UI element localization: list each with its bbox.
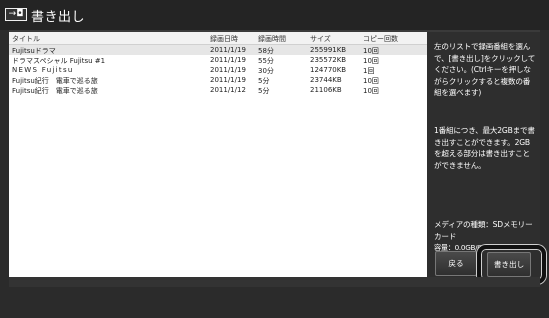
help-text-select: 左のリストで録画番組を選んで、[書き出し]をクリックしてください。(Ctrlキー… xyxy=(434,42,536,98)
cell-copy-count: 10回 xyxy=(363,87,379,95)
window-title: 書き出し xyxy=(31,10,86,25)
cell-size: 21106KB xyxy=(310,86,342,94)
cell-title: Fujitsu紀行 電車で巡る旅 xyxy=(12,87,98,95)
export-icon: →◘ xyxy=(5,8,27,21)
table-row[interactable]: Fujitsu紀行 電車で巡る旅 2011/1/12 5分 21106KB 10… xyxy=(9,85,427,95)
table-row[interactable]: ドラマスペシャル Fujitsu #1 2011/1/19 55分 235572… xyxy=(9,55,427,65)
program-list[interactable]: タイトル 録画日時 録画時間 サイズ コピー回数 Fujitsuドラマ 2011… xyxy=(9,32,427,277)
cell-duration: 5分 xyxy=(258,87,270,95)
cell-rec-date: 2011/1/19 xyxy=(210,76,246,84)
cell-title: NEWS Fujitsu xyxy=(12,66,74,74)
cell-size: 23744KB xyxy=(310,76,342,84)
column-header-copy-count[interactable]: コピー回数 xyxy=(363,34,398,44)
table-row[interactable]: NEWS Fujitsu 2011/1/19 30分 124770KB 1回 xyxy=(9,65,427,75)
column-header-rec-date[interactable]: 録画日時 xyxy=(210,34,238,44)
column-header-rec-duration[interactable]: 録画時間 xyxy=(258,34,286,44)
info-sidebar: 左のリストで録画番組を選んで、[書き出し]をクリックしてください。(Ctrlキー… xyxy=(427,32,540,277)
media-type-label: メディアの種類：SDメモリーカード xyxy=(434,220,533,241)
cell-size: 124770KB xyxy=(310,66,347,74)
bottom-bar xyxy=(9,277,540,287)
cell-rec-date: 2011/1/19 xyxy=(210,46,246,54)
list-header: タイトル 録画日時 録画時間 サイズ コピー回数 xyxy=(9,32,427,45)
cell-size: 255991KB xyxy=(310,46,347,54)
table-row[interactable]: Fujitsu紀行 電車で巡る旅 2011/1/19 5分 23744KB 10… xyxy=(9,75,427,85)
help-text-limit: 1番組につき、最大2GBまで書き出すことができます。2GBを超える部分は書き出す… xyxy=(434,126,535,170)
cell-rec-date: 2011/1/19 xyxy=(210,66,246,74)
back-button[interactable]: 戻る xyxy=(435,251,477,276)
cell-size: 235572KB xyxy=(310,56,347,64)
cell-rec-date: 2011/1/12 xyxy=(210,86,246,94)
cell-rec-date: 2011/1/19 xyxy=(210,56,246,64)
column-header-title[interactable]: タイトル xyxy=(12,34,40,44)
title-bar: →◘ 書き出し xyxy=(0,0,549,30)
table-row[interactable]: Fujitsuドラマ 2011/1/19 58分 255991KB 10回 xyxy=(9,45,427,55)
column-header-size[interactable]: サイズ xyxy=(310,34,331,44)
